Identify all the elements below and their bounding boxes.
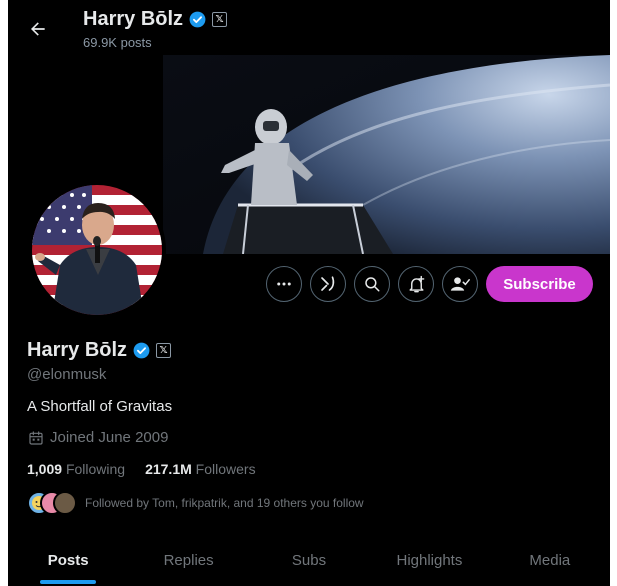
- profile-bio: A Shortfall of Gravitas: [27, 398, 173, 415]
- verified-badge-icon[interactable]: [132, 341, 151, 360]
- more-button[interactable]: [266, 266, 302, 302]
- back-button[interactable]: [22, 13, 54, 45]
- bell-plus-icon: [408, 275, 424, 292]
- x-affiliate-badge-icon[interactable]: 𝕏: [156, 343, 172, 358]
- followers-count: 217.1M: [145, 461, 192, 477]
- header-posts-count: 69.9K posts: [83, 35, 152, 50]
- profile-name: Harry Bōlz: [27, 339, 128, 361]
- profile-banner[interactable]: [163, 55, 610, 254]
- tab-posts[interactable]: Posts: [8, 534, 128, 586]
- tab-replies[interactable]: Replies: [128, 534, 248, 586]
- tab-highlights[interactable]: Highlights: [369, 534, 489, 586]
- following-count: 1,009: [27, 461, 63, 477]
- search-icon: [365, 277, 380, 292]
- tab-media[interactable]: Media: [490, 534, 610, 586]
- banner-image: [163, 55, 610, 254]
- followers-you-know-avatars: [27, 491, 77, 515]
- header-name: Harry Bōlz: [83, 8, 184, 30]
- search-button[interactable]: [354, 266, 390, 302]
- following-label: Following: [65, 461, 126, 477]
- follow-counts: 1,009 Following 217.1M Followers: [27, 461, 256, 477]
- profile-handle: @elonmusk: [27, 366, 107, 383]
- arrow-left-icon: [31, 22, 45, 36]
- avatar-image: [32, 185, 162, 315]
- joined-text: Joined June 2009: [50, 429, 169, 446]
- follower-avatar: [53, 491, 77, 515]
- followers-link[interactable]: 217.1M Followers: [145, 461, 256, 477]
- grok-icon: [321, 276, 335, 291]
- profile-tabs: Posts Replies Subs Highlights Media: [8, 534, 610, 586]
- followers-label: Followers: [195, 461, 256, 477]
- profile-page: Harry Bōlz 𝕏 69.9K posts Subscribe Harry…: [8, 0, 610, 586]
- joined-date: Joined June 2009: [28, 429, 168, 446]
- following-button[interactable]: [442, 266, 478, 302]
- grok-button[interactable]: [310, 266, 346, 302]
- followed-by[interactable]: Followed by Tom, frikpatrik, and 19 othe…: [27, 491, 364, 515]
- x-affiliate-badge-icon: 𝕏: [212, 12, 228, 27]
- tab-subs[interactable]: Subs: [249, 534, 369, 586]
- subscribe-button[interactable]: Subscribe: [486, 266, 593, 302]
- profile-avatar[interactable]: [28, 181, 166, 319]
- followed-by-text: Followed by Tom, frikpatrik, and 19 othe…: [85, 496, 364, 510]
- more-icon: [277, 282, 291, 286]
- header-title: Harry Bōlz 𝕏: [83, 8, 228, 31]
- notify-button[interactable]: [398, 266, 434, 302]
- profile-name-row: Harry Bōlz 𝕏: [27, 339, 172, 362]
- calendar-icon: [29, 430, 43, 445]
- profile-header-bar: Harry Bōlz 𝕏 69.9K posts: [8, 0, 610, 55]
- person-check-icon: [450, 277, 470, 291]
- verified-badge-icon: [189, 11, 206, 28]
- following-link[interactable]: 1,009 Following: [27, 461, 125, 477]
